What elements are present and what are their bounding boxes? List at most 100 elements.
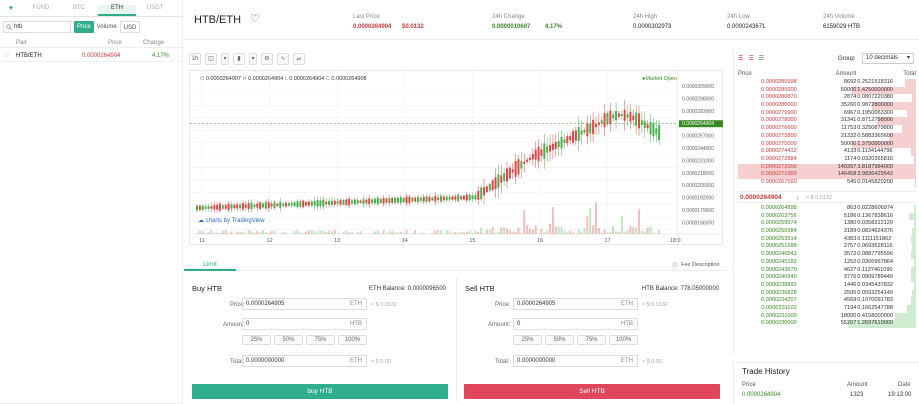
bid-row[interactable]: 0.0000230000 55207 1.2697610000 [738,320,916,328]
tab-usdt[interactable]: USDT [136,5,174,16]
buy-total-field[interactable]: 0.0000000000 ETH [242,355,367,367]
pair-header[interactable]: Pair [16,40,27,46]
favorites-tab[interactable]: ♥ [0,5,22,17]
ask-row[interactable]: 0.0000272884 1174 0.0320365816 [738,155,916,164]
cell-amount: 6967 [843,109,857,116]
gear-icon[interactable]: ⚙ [261,53,273,65]
sell-price-input[interactable]: 0.0000264905 [517,301,555,307]
sell-pct-100[interactable]: 100% [609,335,638,345]
both-sides-icon[interactable]: ☰ [738,55,743,62]
buy-pct-75[interactable]: 75% [306,335,335,345]
interval-button[interactable]: 1h [189,53,201,65]
candle-body [603,113,606,128]
buy-pct-100[interactable]: 100% [338,335,367,345]
market-search[interactable]: htb [3,21,71,33]
fullscreen-icon[interactable]: ⥂ [293,53,305,65]
tab-fund[interactable]: FUND [22,5,60,16]
candle-type-icon[interactable]: ◫ [205,53,217,65]
bid-row[interactable]: 0.0000259574 1380 0.0358212120 [738,220,916,229]
sell-pct-50[interactable]: 50% [545,335,574,345]
bid-row[interactable]: 0.0000240940 3776 0.0909789440 [738,274,916,282]
sell-price-field[interactable]: 0.0000264905 ETH [513,298,638,310]
bid-row[interactable]: 0.0000238892 1446 0.0345437832 [738,281,916,290]
bid-row[interactable]: 0.0000264898 863 0.0228606974 [738,205,916,213]
sell-amount-field[interactable]: 0 HTB [513,318,638,330]
volume-bar [497,231,500,234]
ask-row[interactable]: 0.0000275000 50000 1.3750000000 [738,140,916,149]
price-chart[interactable]: O 0.0000264907 H 0.0000264904 L 0.000026… [189,70,724,246]
volume-bar [623,232,626,234]
market-search-input[interactable]: htb [14,24,22,30]
candle-body [640,120,643,125]
ask-row[interactable]: 0.0000285998 8692 0.2521518316 [738,79,916,87]
bid-row[interactable]: 0.0000236828 2505 0.0593254140 [738,289,916,298]
ask-row[interactable]: 0.0000276600 11753 0.3250879800 [738,125,916,133]
fee-description-link[interactable]: Fee Description [681,262,720,268]
bid-row[interactable]: 0.0000243670 4627 0.1127461090 [738,266,916,275]
ask-row[interactable]: 0.0000275800 21332 0.5883365600 [738,132,916,141]
sell-total-input[interactable]: 0.0000000000 [517,358,555,364]
ask-row[interactable]: 0.0000271999 146458 3.9836429542 [738,171,916,179]
tab-limit[interactable]: Limit [184,258,236,271]
volume-bar [382,230,385,234]
volume-toggle[interactable]: Volume [94,21,120,33]
decimals-select[interactable]: 10 decimals ▾ [862,53,914,64]
time-tick: 18:0 [670,238,681,244]
tradingview-logo-icon: ☁ [198,218,204,224]
sell-pct-75[interactable]: 75% [577,335,606,345]
ask-row[interactable]: 0.0000279900 6967 0.1950063300 [738,109,916,118]
bid-row[interactable]: 0.0000253514 4383 0.1111151862 [738,235,916,244]
bid-row[interactable]: 0.0000256584 3189 0.0824624376 [738,228,916,236]
buy-amount-field[interactable]: 0 HTB [242,318,367,330]
asks-only-icon[interactable]: ☰ [748,55,753,62]
buy-price-input[interactable]: 0.0000264905 [246,301,284,307]
change-header[interactable]: Change [143,40,164,46]
buy-total-input[interactable]: 0.0000000000 [246,358,284,364]
bid-row[interactable]: 0.0000263756 5186 0.1367838616 [738,212,916,221]
candle-body [629,111,632,122]
bid-row[interactable]: 0.0000231102 7194 0.1662547788 [738,304,916,313]
ask-row[interactable]: 0.0000285000 50000 1.4250000000 [738,86,916,95]
indicators-icon[interactable]: ∿ [277,53,289,65]
buy-pct-50[interactable]: 50% [274,335,303,345]
bid-row[interactable]: 0.0000245182 1252 0.0306967864 [738,258,916,267]
tradingview-credit[interactable]: ☁ charts by TradingView [198,217,265,224]
buy-button[interactable]: buy HTB [192,384,448,399]
ask-row[interactable]: 0.0000280000 35260 0.9872800000 [738,102,916,110]
candle-body [592,119,595,135]
tab-btc[interactable]: BTC [60,5,98,16]
buy-pct-25[interactable]: 25% [242,335,271,345]
sell-button[interactable]: Sell HTB [464,384,720,399]
candle-body [287,203,290,206]
tab-eth[interactable]: ETH [98,5,136,16]
sell-pct-25[interactable]: 25% [513,335,542,345]
ask-row[interactable]: 0.0000272000 140397 3.8187984000 [738,163,916,172]
sell-amount-input[interactable]: 0 [517,321,520,327]
buy-amount-input[interactable]: 0 [246,321,249,327]
market-row[interactable]: ♡ HTB/ETH 0.0000264904 4.17% [0,50,183,62]
bar-style-icon[interactable]: ▮ [233,53,245,65]
bid-row[interactable]: 0.0000246543 3572 0.0887795596 [738,251,916,259]
price-toggle[interactable]: Price [74,21,94,33]
candle-body [480,187,483,200]
bids-only-icon[interactable]: ☰ [759,55,764,62]
bid-row[interactable]: 0.0000251588 2757 0.0693628116 [738,243,916,252]
chart-canvas[interactable]: 0.0000309000 0.0000296000 0.0000283000 0.00… [190,71,724,246]
chevron-down-icon[interactable]: ▾ [221,53,229,65]
cell-total: 0.0593254140 [857,289,894,296]
usd-toggle[interactable]: USD [119,21,141,33]
ask-row[interactable]: 0.0000278000 31341 0.8712798000 [738,117,916,126]
candle-body [434,196,437,202]
buy-price-field[interactable]: 0.0000264905 ETH [242,298,367,310]
sell-total-field[interactable]: 0.0000000000 ETH [513,355,638,367]
cell-total: 0.1367838616 [857,212,894,219]
favorite-star-icon[interactable]: ♡ [4,52,9,59]
ask-row[interactable]: 0.0000280870 2874 0.0807220380 [738,94,916,103]
bid-row[interactable]: 0.0000234207 4569 0.1070091783 [738,297,916,305]
ask-row[interactable]: 0.0000267560 545 0.0145820200 [738,178,916,187]
ask-row[interactable]: 0.0000274412 4133 0.1134144796 [738,148,916,156]
bid-row[interactable]: 0.0000231000 18000 0.4158000000 [738,312,916,321]
price-header[interactable]: Price [108,40,122,46]
chevron-down-icon[interactable]: ▾ [249,53,257,65]
favorite-heart-icon[interactable]: ♡ [250,12,260,25]
